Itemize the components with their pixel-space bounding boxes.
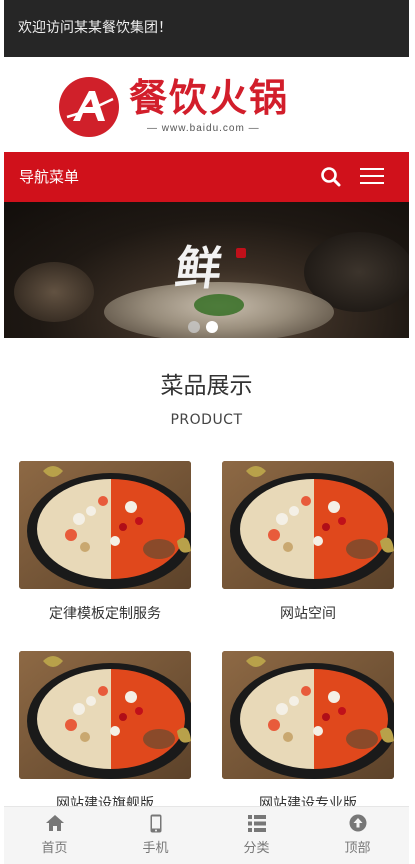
welcome-bar: 欢迎访问某某餐饮集团！ — [4, 0, 409, 57]
page: 欢迎访问某某餐饮集团！ 餐饮火锅 — www.baidu.com — 导航菜单 … — [4, 0, 409, 864]
banner-seal — [236, 248, 246, 258]
phone-icon — [105, 813, 206, 833]
logo-subtitle: — www.baidu.com — — [147, 123, 260, 134]
banner-slider[interactable]: 鲜 — [4, 202, 409, 338]
arrow-up-icon — [307, 813, 408, 833]
list-icon — [206, 813, 307, 833]
welcome-text: 欢迎访问某某餐饮集团！ — [18, 20, 172, 36]
product-caption[interactable]: 网站空间 — [222, 603, 394, 623]
tab-label: 首页 — [41, 841, 68, 856]
home-icon — [4, 813, 105, 833]
logo-icon — [59, 77, 119, 137]
tab-top[interactable]: 顶部 — [307, 807, 408, 864]
tab-category[interactable]: 分类 — [206, 807, 307, 864]
logo-area[interactable]: 餐饮火锅 — www.baidu.com — — [4, 57, 409, 152]
section-subtitle: PRODUCT — [170, 412, 243, 428]
product-card[interactable]: 定律模板定制服务 — [19, 461, 191, 623]
nav-title[interactable]: 导航菜单 — [19, 152, 79, 202]
navbar: 导航菜单 — [4, 152, 409, 202]
slider-dot-1[interactable] — [188, 321, 200, 333]
bottom-tabbar: 首页 手机 分类 顶部 — [4, 806, 409, 864]
search-icon[interactable] — [320, 166, 342, 188]
product-card[interactable]: 网站建设旗舰版 — [19, 651, 191, 813]
tab-home[interactable]: 首页 — [4, 807, 105, 864]
product-image[interactable] — [222, 461, 394, 589]
product-image[interactable] — [222, 651, 394, 779]
tab-label: 顶部 — [344, 841, 371, 856]
tab-label: 分类 — [243, 841, 270, 856]
banner-dish-left — [14, 262, 94, 322]
product-caption[interactable]: 定律模板定制服务 — [19, 603, 191, 623]
product-image[interactable] — [19, 461, 191, 589]
banner-text: 鲜 — [171, 241, 226, 295]
tab-label: 手机 — [142, 841, 169, 856]
section-title: 菜品展示 — [160, 373, 253, 399]
product-image[interactable] — [19, 651, 191, 779]
logo-title: 餐饮火锅 — [129, 75, 290, 120]
product-card[interactable]: 网站建设专业版 — [222, 651, 394, 813]
hamburger-menu-icon[interactable] — [360, 168, 384, 186]
slider-dot-2[interactable] — [206, 321, 218, 333]
slider-dots — [188, 318, 224, 337]
tab-phone[interactable]: 手机 — [105, 807, 206, 864]
product-card[interactable]: 网站空间 — [222, 461, 394, 623]
